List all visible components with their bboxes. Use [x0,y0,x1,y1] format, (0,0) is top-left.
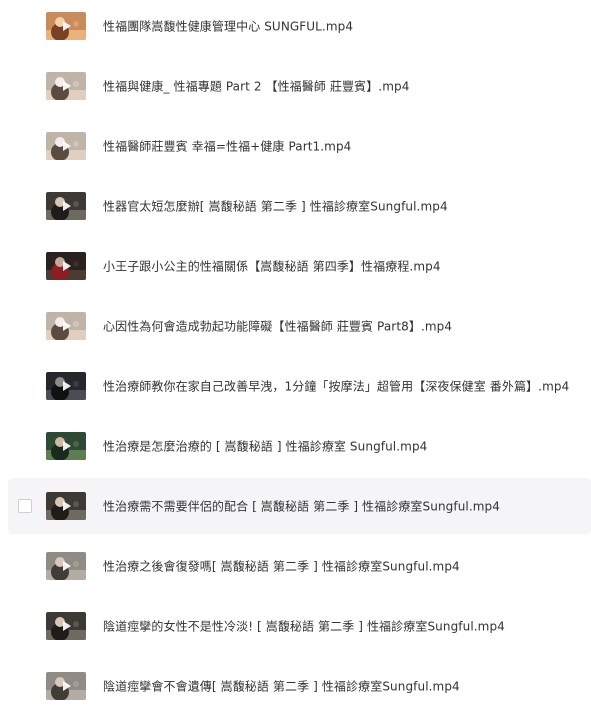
video-thumbnail-icon[interactable] [46,132,86,160]
file-row[interactable]: 性福與健康_ 性福專題 Part 2 【性福醫師 莊豐賓】.mp4 [8,58,591,114]
video-thumbnail-icon[interactable] [46,492,86,520]
file-name[interactable]: 小王子跟小公主的性福關係【嵩馥秘語 第四季】性福療程.mp4 [103,258,441,275]
file-row[interactable]: 心因性為何會造成勃起功能障礙【性福醫師 莊豐賓 Part8】.mp4 [8,298,591,354]
file-list: 性福團隊嵩馥性健康管理中心 SUNGFUL.mp4 性福與健康_ 性福專題 Par… [0,0,591,721]
file-name[interactable]: 性福團隊嵩馥性健康管理中心 SUNGFUL.mp4 [103,18,353,35]
file-row[interactable]: 性治療是怎麼治療的 [ 嵩馥秘語 ] 性福診療室 Sungful.mp4 [8,418,591,474]
file-name[interactable]: 性器官太短怎麼辦[ 嵩馥秘語 第二季 ] 性福診療室Sungful.mp4 [103,198,448,215]
file-name[interactable]: 性治療需不需要伴侶的配合 [ 嵩馥秘語 第二季 ] 性福診療室Sungful.m… [103,498,500,515]
file-name[interactable]: 陰道痙攣的女性不是性冷淡! [ 嵩馥秘語 第二季 ] 性福診療室Sungful.… [103,618,505,635]
file-name[interactable]: 陰道痙攣會不會遺傳[ 嵩馥秘語 第二季 ] 性福診療室Sungful.mp4 [103,678,460,695]
video-thumbnail-icon[interactable] [46,12,86,40]
video-thumbnail-icon[interactable] [46,252,86,280]
file-name[interactable]: 性治療之後會復發嗎[ 嵩馥秘語 第二季 ] 性福診療室Sungful.mp4 [103,558,460,575]
file-name[interactable]: 性治療是怎麼治療的 [ 嵩馥秘語 ] 性福診療室 Sungful.mp4 [103,438,427,455]
video-thumbnail-icon[interactable] [46,312,86,340]
video-thumbnail-icon[interactable] [46,432,86,460]
file-name[interactable]: 心因性為何會造成勃起功能障礙【性福醫師 莊豐賓 Part8】.mp4 [103,318,452,335]
file-name[interactable]: 性福與健康_ 性福專題 Part 2 【性福醫師 莊豐賓】.mp4 [103,78,409,95]
file-row[interactable]: 小王子跟小公主的性福關係【嵩馥秘語 第四季】性福療程.mp4 [8,238,591,294]
file-row[interactable]: 陰道痙攣會不會遺傳[ 嵩馥秘語 第二季 ] 性福診療室Sungful.mp4 [8,658,591,714]
video-thumbnail-icon[interactable] [46,672,86,700]
file-row[interactable]: 陰道痙攣的女性不是性冷淡! [ 嵩馥秘語 第二季 ] 性福診療室Sungful.… [8,598,591,654]
file-row[interactable]: 性福醫師莊豐賓 幸福=性福+健康 Part1.mp4 [8,118,591,174]
file-row[interactable]: 性福團隊嵩馥性健康管理中心 SUNGFUL.mp4 [8,0,591,54]
row-checkbox[interactable] [18,499,32,513]
file-name[interactable]: 性福醫師莊豐賓 幸福=性福+健康 Part1.mp4 [103,138,351,155]
file-name[interactable]: 性治療師教你在家自己改善早洩，1分鐘「按摩法」超管用【深夜保健室 番外篇】.mp… [103,378,569,395]
video-thumbnail-icon[interactable] [46,612,86,640]
file-row[interactable]: 性治療之後會復發嗎[ 嵩馥秘語 第二季 ] 性福診療室Sungful.mp4 [8,538,591,594]
video-thumbnail-icon[interactable] [46,72,86,100]
file-row[interactable]: 性器官太短怎麼辦[ 嵩馥秘語 第二季 ] 性福診療室Sungful.mp4 [8,178,591,234]
file-row[interactable]: 性治療師教你在家自己改善早洩，1分鐘「按摩法」超管用【深夜保健室 番外篇】.mp… [8,358,591,414]
video-thumbnail-icon[interactable] [46,192,86,220]
video-thumbnail-icon[interactable] [46,552,86,580]
video-thumbnail-icon[interactable] [46,372,86,400]
file-row[interactable]: 性治療需不需要伴侶的配合 [ 嵩馥秘語 第二季 ] 性福診療室Sungful.m… [8,478,591,534]
